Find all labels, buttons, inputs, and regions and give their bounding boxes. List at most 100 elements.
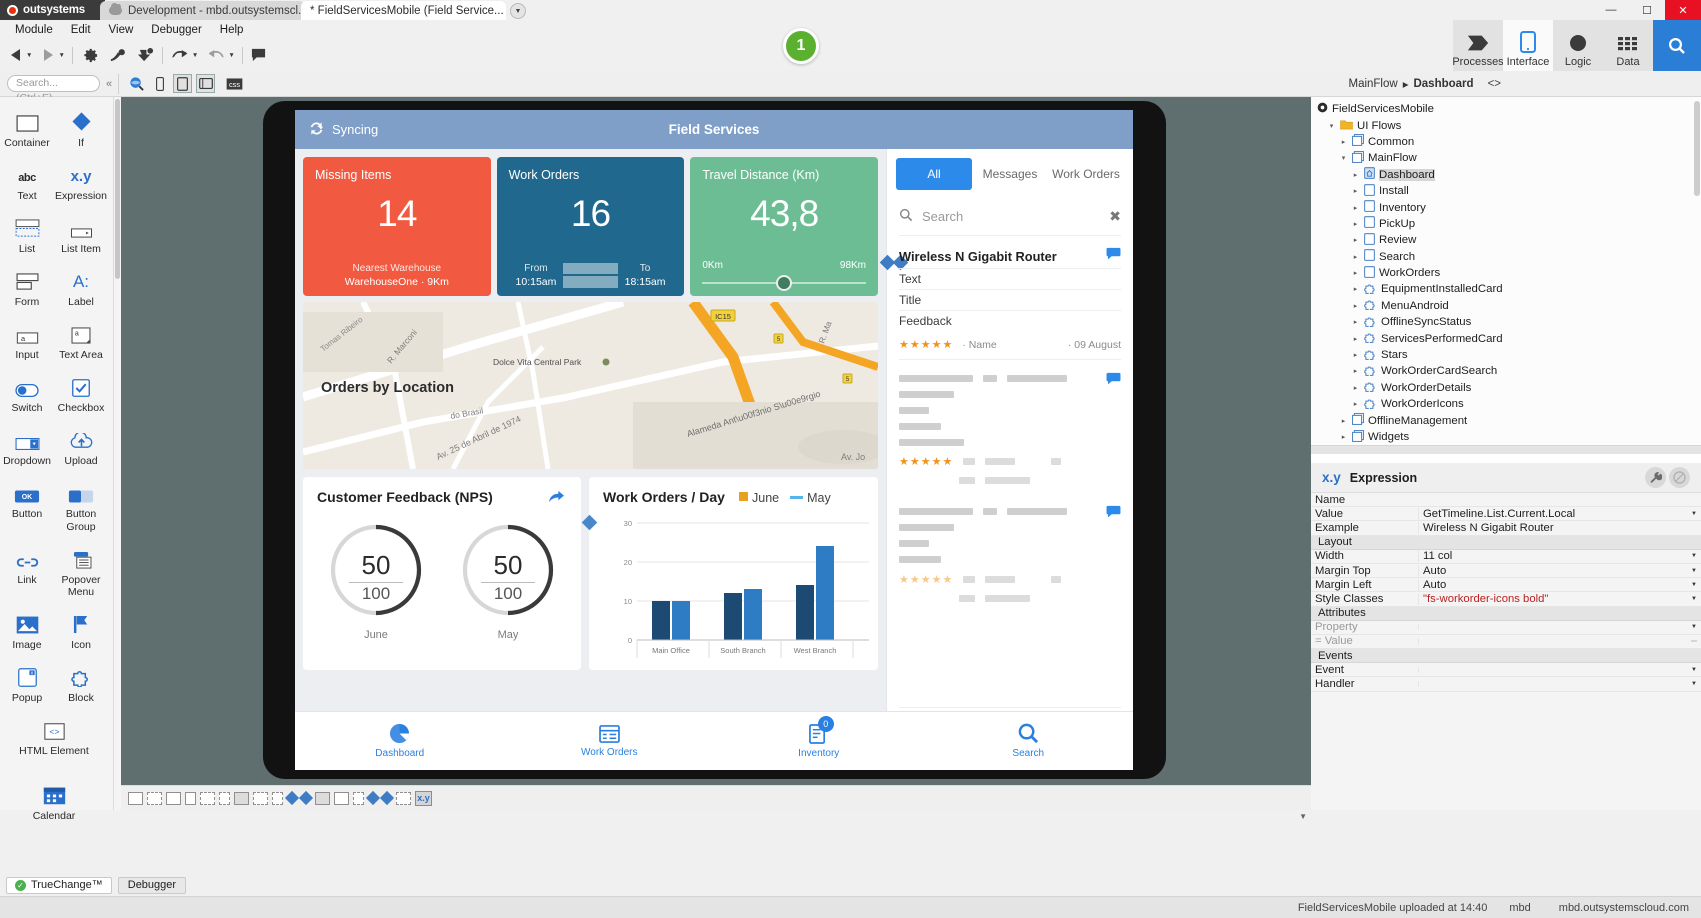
tab-logic[interactable]: Logic <box>1553 20 1603 71</box>
tab-all[interactable]: All <box>896 158 972 190</box>
strip-widget-5[interactable] <box>200 791 215 805</box>
orders-map[interactable]: Tomas Ribeiro R. Marconi do Brasil Dolce… <box>303 302 878 469</box>
tree-node-dashboard[interactable]: ▸ Dashboard <box>1311 167 1701 183</box>
tree-node-inventory[interactable]: ▸ Inventory <box>1311 199 1701 215</box>
twisty-icon[interactable]: ▸ <box>1351 171 1360 179</box>
truechange-button[interactable]: ✓ TrueChange™ <box>6 876 112 894</box>
prop-row-attribute-value[interactable]: = Value ⋯ <box>1311 635 1701 650</box>
chevron-down-icon[interactable]: ▼ <box>1691 553 1701 559</box>
palette-item-button-group[interactable]: Button Group <box>54 475 108 540</box>
twisty-icon[interactable]: ▸ <box>1351 253 1360 261</box>
timeline-card[interactable]: Wireless N Gigabit Router Text Title Fee… <box>899 247 1121 360</box>
strip-widget-8[interactable] <box>253 791 268 805</box>
palette-item-label[interactable]: A: Label <box>54 263 108 316</box>
twisty-icon[interactable]: ▸ <box>1351 367 1360 375</box>
no-icon[interactable] <box>1669 467 1690 488</box>
slider-handle[interactable] <box>776 275 793 291</box>
debugger-button[interactable]: Debugger <box>117 876 187 894</box>
tree-node-workorderdetails[interactable]: ▸ WorkOrderDetails <box>1311 380 1701 396</box>
prop-row-margin-top[interactable]: Margin Top Auto ▼ <box>1311 564 1701 579</box>
menu-debugger[interactable]: Debugger <box>142 22 211 38</box>
strip-widget-11[interactable] <box>334 791 349 805</box>
strip-widget-1[interactable] <box>128 791 143 805</box>
tablet-portrait-icon[interactable] <box>173 74 193 93</box>
tree-node-common[interactable]: ▸ Common <box>1311 134 1701 150</box>
twisty-icon[interactable]: ▾ <box>1327 122 1336 130</box>
tree-node-mainflow[interactable]: ▾ MainFlow <box>1311 150 1701 166</box>
tree-node-offlinesyncstatus[interactable]: ▸ OfflineSyncStatus <box>1311 314 1701 330</box>
twisty-icon[interactable]: ▸ <box>1351 384 1360 392</box>
phone-portrait-icon[interactable] <box>150 74 169 93</box>
palette-item-list[interactable]: List <box>0 210 54 263</box>
palette-item-link[interactable]: Link <box>0 541 54 606</box>
tab-messages[interactable]: Messages <box>972 158 1048 190</box>
strip-if-widget-2[interactable] <box>298 790 314 806</box>
strip-widget-13[interactable] <box>396 791 411 805</box>
tree-node-stars[interactable]: ▸ Stars <box>1311 347 1701 363</box>
tree-node-workorders[interactable]: ▸ WorkOrders <box>1311 265 1701 281</box>
prop-row-event[interactable]: Event ▼ <box>1311 663 1701 678</box>
palette-item-block[interactable]: Block <box>54 659 108 712</box>
tree-node-workordericons[interactable]: ▸ WorkOrderIcons <box>1311 396 1701 412</box>
palette-item-switch[interactable]: Switch <box>0 369 54 422</box>
twisty-icon[interactable]: ▸ <box>1351 400 1360 408</box>
twisty-icon[interactable]: ▸ <box>1351 204 1360 212</box>
redo-button[interactable] <box>206 43 226 67</box>
strip-if-widget-3[interactable] <box>365 790 381 806</box>
menu-view[interactable]: View <box>100 22 143 38</box>
strip-expression-widget-selected[interactable]: x.y <box>415 790 432 806</box>
tree-node-servicesperformedcard[interactable]: ▸ ServicesPerformedCard <box>1311 330 1701 346</box>
twisty-icon[interactable]: ▸ <box>1351 335 1360 343</box>
tab-data[interactable]: Data <box>1603 20 1653 71</box>
palette-item-popover-menu[interactable]: Popover Menu <box>54 541 108 606</box>
palette-item-list-item[interactable]: List Item <box>54 210 108 263</box>
palette-item-text-area[interactable]: a Text Area <box>54 316 108 369</box>
prop-row-handler[interactable]: Handler ▼ <box>1311 677 1701 692</box>
forward-button[interactable] <box>40 43 56 67</box>
strip-if-widget-1[interactable] <box>284 790 300 806</box>
nav-search[interactable]: Search <box>924 712 1134 770</box>
ellipsis-icon[interactable]: ⋯ <box>1691 638 1701 645</box>
strip-widget-7[interactable] <box>234 791 249 805</box>
strip-widget-6[interactable] <box>219 791 230 805</box>
palette-item-input[interactable]: a Input <box>0 316 54 369</box>
debug-plug-button[interactable] <box>108 43 127 67</box>
twisty-icon[interactable]: ▸ <box>1351 236 1360 244</box>
tree-root-fieldservicesmobile[interactable]: FieldServicesMobile <box>1311 101 1701 117</box>
nav-inventory[interactable]: 0 Inventory <box>714 712 924 770</box>
tree-node-pickup[interactable]: ▸ PickUp <box>1311 216 1701 232</box>
code-toggle-button[interactable]: <> <box>1488 78 1501 90</box>
tree-node-equipmentinstalledcard[interactable]: ▸ EquipmentInstalledCard <box>1311 281 1701 297</box>
notification-badge[interactable]: 1 <box>783 28 819 64</box>
forward-dropdown-icon[interactable]: ▼ <box>58 52 64 59</box>
wrench-icon[interactable] <box>1645 467 1666 488</box>
tree-node-install[interactable]: ▸ Install <box>1311 183 1701 199</box>
undo-dropdown-icon[interactable]: ▼ <box>192 52 198 59</box>
distance-slider[interactable]: 0Km 98Km <box>702 260 867 291</box>
nav-dashboard[interactable]: Dashboard <box>295 712 505 770</box>
palette-item-dropdown[interactable]: Dropdown <box>0 422 54 475</box>
timeline-search[interactable]: Search ✖ <box>899 208 1121 236</box>
chevron-down-icon[interactable]: ▼ <box>1691 582 1701 588</box>
tab-processes[interactable]: Processes <box>1452 20 1504 71</box>
chevron-down-icon[interactable]: ▼ <box>1691 511 1701 517</box>
collapse-panel-icon[interactable]: « <box>106 78 112 90</box>
comment-button[interactable] <box>250 43 267 67</box>
strip-if-widget-4[interactable] <box>379 790 395 806</box>
comment-icon[interactable] <box>1106 372 1121 390</box>
close-window-button[interactable]: ✕ <box>1665 0 1701 20</box>
clear-icon[interactable]: ✖ <box>1109 208 1121 225</box>
window-tab-development[interactable]: Development - mbd.outsystemscl... <box>100 1 305 20</box>
chevron-down-icon[interactable]: ▼ <box>1691 624 1701 630</box>
strip-widget-4[interactable] <box>185 791 196 805</box>
tab-interface[interactable]: Interface <box>1503 20 1553 71</box>
breadcrumb-flow[interactable]: MainFlow <box>1348 78 1397 90</box>
palette-item-html-element[interactable]: <> HTML Element <box>0 712 108 765</box>
palette-item-checkbox[interactable]: Checkbox <box>54 369 108 422</box>
tree-node-widgets[interactable]: ▸ Widgets <box>1311 429 1701 445</box>
comment-icon[interactable] <box>1106 247 1121 263</box>
strip-widget-12[interactable] <box>353 791 364 805</box>
browser-preview-icon[interactable] <box>127 74 146 93</box>
prop-row-style-classes[interactable]: Style Classes "fs-workorder-icons bold" ▼ <box>1311 592 1701 607</box>
twisty-icon[interactable]: ▸ <box>1351 220 1360 228</box>
